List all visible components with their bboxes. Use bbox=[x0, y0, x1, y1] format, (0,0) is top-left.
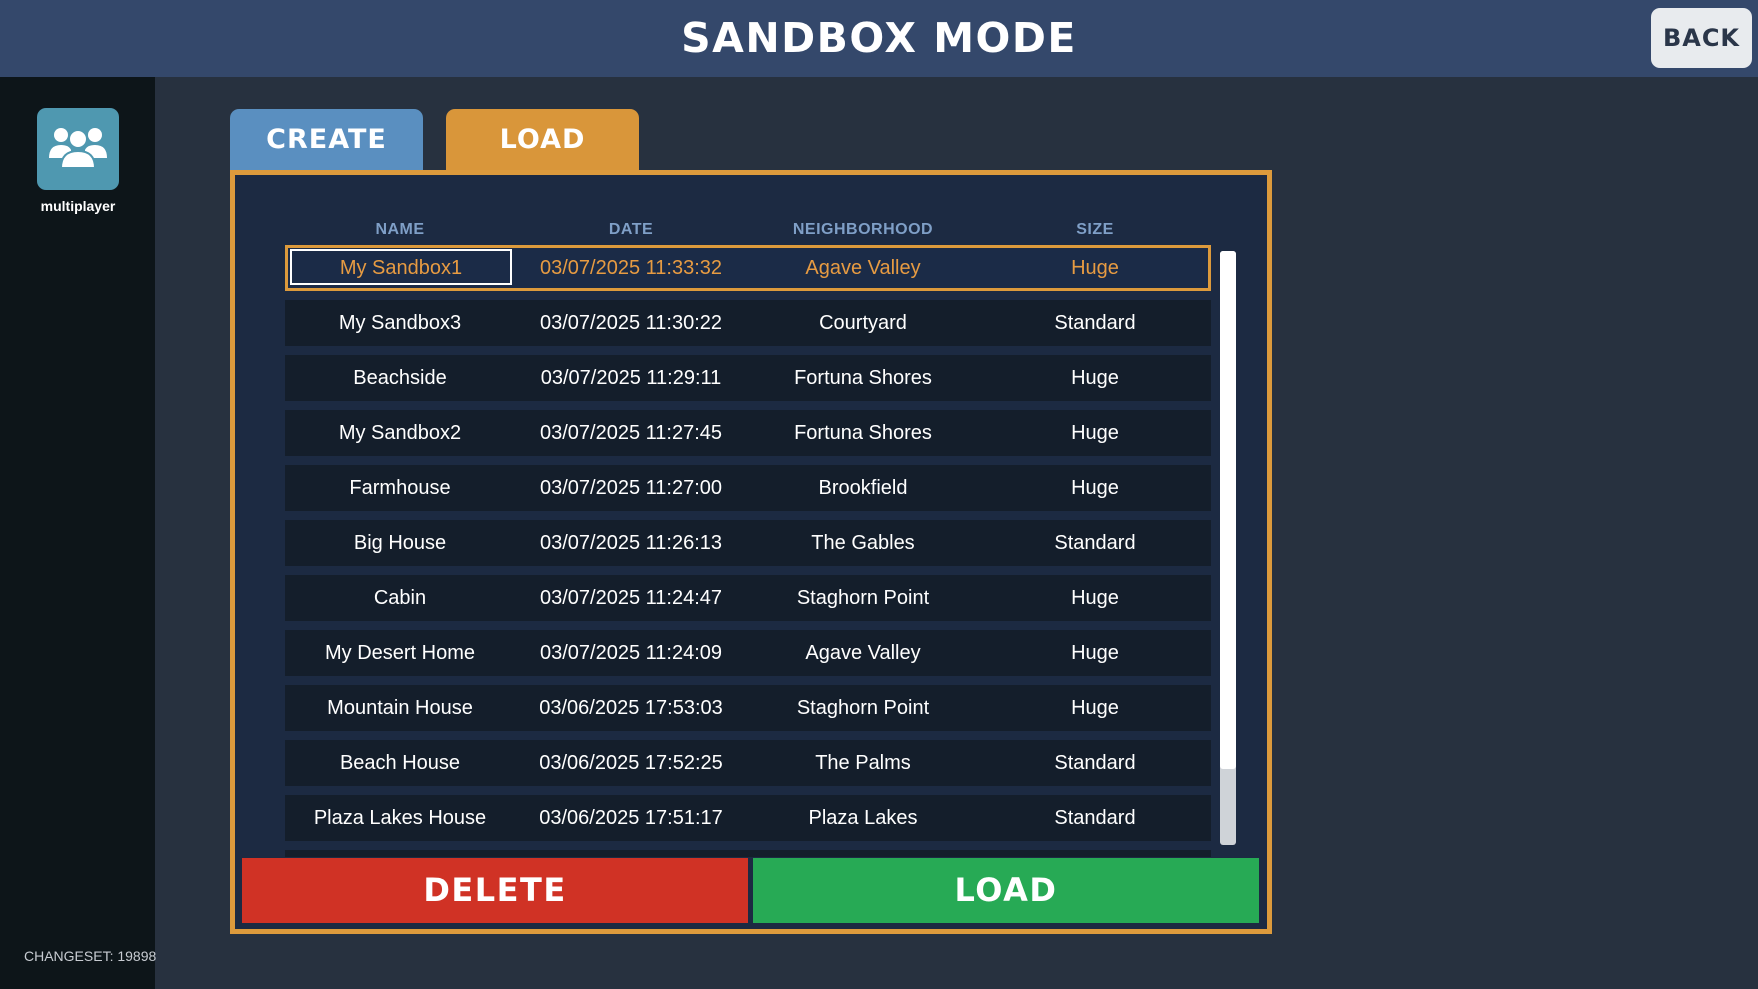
save-neighborhood: Staghorn Point bbox=[796, 587, 930, 609]
save-date: 03/07/2025 11:30:22 bbox=[539, 312, 723, 334]
save-neighborhood: The Palms bbox=[815, 752, 911, 774]
save-date: 03/06/2025 17:52:25 bbox=[539, 752, 723, 774]
column-header-name: NAME bbox=[375, 221, 425, 238]
delete-button[interactable]: DELETE bbox=[242, 858, 748, 923]
save-date: 03/07/2025 11:29:11 bbox=[540, 367, 722, 389]
save-row[interactable]: Beach House 03/06/2025 17:52:25 The Palms S… bbox=[285, 740, 1211, 786]
save-row[interactable]: Farmhouse 03/07/2025 11:27:00 Brookfield Hu… bbox=[285, 465, 1211, 511]
save-row[interactable]: My Desert Home 03/07/2025 11:24:09 Agave V… bbox=[285, 630, 1211, 676]
save-list[interactable]: My Sandbox1 03/07/2025 11:33:32 Agave Vall… bbox=[285, 245, 1212, 857]
save-name: My Sandbox3 bbox=[338, 312, 462, 334]
load-panel: NAME DATE NEIGHBORHOOD SIZE My Sandbox1 0… bbox=[230, 170, 1272, 934]
multiplayer-label: multiplayer bbox=[40, 198, 116, 214]
save-neighborhood: Fortuna Shores bbox=[794, 422, 932, 444]
save-neighborhood: Staghorn Point bbox=[796, 697, 930, 719]
multiplayer-button[interactable] bbox=[37, 108, 119, 190]
save-name: Cabin bbox=[373, 587, 427, 609]
save-neighborhood: Plaza Lakes bbox=[808, 807, 918, 829]
column-header-neighborhood: NEIGHBORHOOD bbox=[792, 221, 934, 238]
header-bar: SANDBOX MODE BACK bbox=[0, 0, 1758, 77]
save-size: Huge bbox=[1071, 257, 1119, 279]
save-date: 03/07/2025 11:27:00 bbox=[539, 477, 723, 499]
column-header-size: SIZE bbox=[1076, 221, 1114, 238]
page-title: SANDBOX MODE bbox=[681, 14, 1077, 62]
save-date: 03/06/2025 17:51:17 bbox=[539, 807, 723, 829]
column-header-date: DATE bbox=[608, 221, 654, 238]
changeset-label: CHANGESET: 19898 bbox=[24, 948, 157, 964]
save-date: 03/06/2025 17:53:03 bbox=[539, 697, 723, 719]
save-size: Huge bbox=[1071, 587, 1119, 609]
scrollbar-thumb[interactable] bbox=[1220, 251, 1236, 769]
save-size: Standard bbox=[1054, 532, 1136, 554]
save-row-partial[interactable] bbox=[285, 850, 1211, 857]
save-size: Huge bbox=[1071, 477, 1119, 499]
sandbox-mode-screen: SANDBOX MODE BACK multiplayer CHANGESET:… bbox=[0, 0, 1758, 989]
save-size: Standard bbox=[1054, 312, 1136, 334]
save-date: 03/07/2025 11:27:45 bbox=[539, 422, 723, 444]
save-neighborhood: Fortuna Shores bbox=[794, 367, 932, 389]
save-row[interactable]: My Sandbox2 03/07/2025 11:27:45 Fortuna Sh… bbox=[285, 410, 1211, 456]
save-neighborhood: Courtyard bbox=[819, 312, 907, 334]
save-row[interactable]: My Sandbox1 03/07/2025 11:33:32 Agave Vall… bbox=[285, 245, 1211, 291]
save-row[interactable]: Beachside 03/07/2025 11:29:11 Fortuna Shor… bbox=[285, 355, 1211, 401]
save-size: Huge bbox=[1071, 422, 1119, 444]
save-row[interactable]: Plaza Lakes House 03/06/2025 17:51:17 Plaz… bbox=[285, 795, 1211, 841]
people-group-icon bbox=[49, 128, 107, 169]
save-size: Standard bbox=[1054, 752, 1136, 774]
save-size: Huge bbox=[1071, 642, 1119, 664]
save-date: 03/07/2025 11:33:32 bbox=[539, 257, 723, 279]
save-date: 03/07/2025 11:24:47 bbox=[539, 587, 723, 609]
tab-load[interactable]: LOAD bbox=[446, 109, 639, 172]
save-name: Beachside bbox=[353, 367, 447, 389]
save-size: Huge bbox=[1071, 697, 1119, 719]
save-row[interactable]: My Sandbox3 03/07/2025 11:30:22 Courtyard S… bbox=[285, 300, 1211, 346]
save-name: Farmhouse bbox=[349, 477, 451, 499]
load-button[interactable]: LOAD bbox=[753, 858, 1259, 923]
save-name: My Sandbox1 bbox=[290, 249, 512, 285]
save-name: My Desert Home bbox=[324, 642, 476, 664]
save-row[interactable]: Mountain House 03/06/2025 17:53:03 Staghor… bbox=[285, 685, 1211, 731]
save-neighborhood: Brookfield bbox=[818, 477, 908, 499]
save-size: Huge bbox=[1071, 367, 1119, 389]
save-neighborhood: Agave Valley bbox=[805, 642, 921, 664]
save-neighborhood: Agave Valley bbox=[805, 257, 921, 279]
save-date: 03/07/2025 11:26:13 bbox=[539, 532, 723, 554]
save-neighborhood: The Gables bbox=[811, 532, 915, 554]
save-row[interactable]: Big House 03/07/2025 11:26:13 The Gables St… bbox=[285, 520, 1211, 566]
save-name: Mountain House bbox=[327, 697, 473, 719]
save-name: Plaza Lakes House bbox=[313, 807, 487, 829]
save-size: Standard bbox=[1054, 807, 1136, 829]
scrollbar[interactable] bbox=[1220, 251, 1236, 845]
save-name: My Sandbox2 bbox=[338, 422, 462, 444]
tab-create[interactable]: CREATE bbox=[230, 109, 423, 172]
save-date: 03/07/2025 11:24:09 bbox=[539, 642, 723, 664]
back-button[interactable]: BACK bbox=[1651, 8, 1752, 68]
save-name: Big House bbox=[353, 532, 447, 554]
save-name: Beach House bbox=[339, 752, 461, 774]
save-row[interactable]: Cabin 03/07/2025 11:24:47 Staghorn Point Hu… bbox=[285, 575, 1211, 621]
